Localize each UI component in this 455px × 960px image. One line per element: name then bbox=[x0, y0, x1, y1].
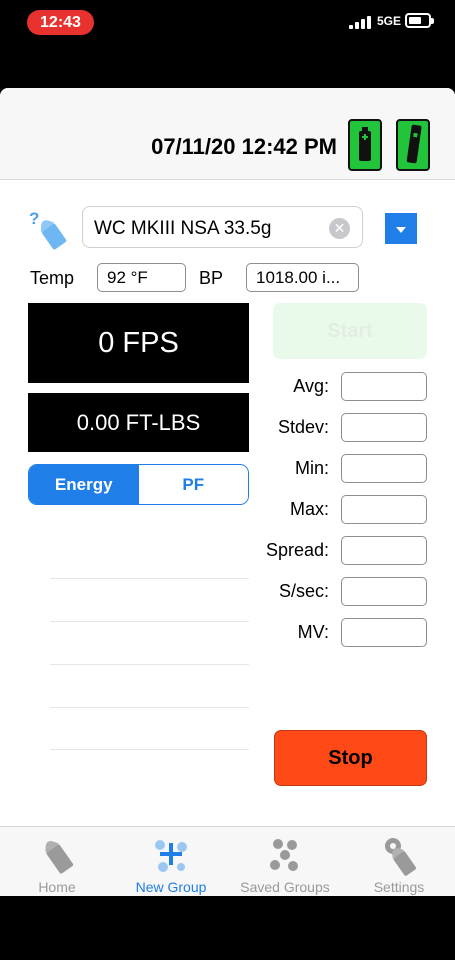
stat-avg-label: Avg: bbox=[293, 376, 329, 396]
tab-saved-groups[interactable]: Saved Groups bbox=[228, 827, 342, 896]
tab-settings-label: Settings bbox=[373, 879, 425, 895]
bp-field[interactable]: 1018.00 i... bbox=[246, 263, 359, 292]
stat-avg-field bbox=[341, 372, 427, 401]
ammo-dropdown-button[interactable] bbox=[385, 213, 417, 244]
svg-text:?: ? bbox=[29, 209, 39, 228]
start-button[interactable]: Start bbox=[273, 303, 427, 359]
signal-icon bbox=[349, 15, 373, 29]
shot-list-divider bbox=[50, 707, 249, 708]
bullet-help-icon[interactable]: ? bbox=[28, 208, 72, 252]
stat-mv-field bbox=[341, 618, 427, 647]
network-label: 5GE bbox=[377, 14, 402, 28]
datetime-label: 07/11/20 12:42 PM bbox=[151, 134, 337, 159]
bp-label: BP bbox=[199, 268, 224, 288]
shot-list-divider bbox=[50, 578, 249, 579]
battery-icon bbox=[405, 13, 434, 28]
stop-button[interactable]: Stop bbox=[274, 730, 427, 786]
tab-settings[interactable]: Settings bbox=[342, 827, 455, 896]
clear-icon[interactable]: ✕ bbox=[329, 218, 350, 239]
shot-list-divider bbox=[50, 621, 249, 622]
stat-min-label: Min: bbox=[294, 458, 329, 478]
stat-min-field bbox=[341, 454, 427, 483]
app-screen: 07/11/20 12:42 PM ? WC MKIII NSA 33.5g ✕ bbox=[0, 88, 455, 896]
stat-stdev-label: Stdev: bbox=[277, 417, 329, 437]
segment-energy[interactable]: Energy bbox=[29, 465, 139, 504]
new-group-icon bbox=[155, 840, 187, 872]
stat-spread-label: Spread: bbox=[265, 540, 329, 560]
segment-pf[interactable]: PF bbox=[138, 465, 248, 504]
stat-max-label: Max: bbox=[289, 499, 329, 519]
stat-ssec-label: S/sec: bbox=[278, 581, 329, 601]
stat-spread-field bbox=[341, 536, 427, 565]
home-indicator-area bbox=[0, 896, 455, 960]
stat-stdev-field bbox=[341, 413, 427, 442]
status-time[interactable]: 12:43 bbox=[27, 10, 94, 35]
shot-list-divider bbox=[50, 749, 249, 750]
energy-display: 0.00 FT-LBS bbox=[28, 393, 249, 452]
tab-new-group[interactable]: New Group bbox=[114, 827, 228, 896]
stat-mv-label: MV: bbox=[297, 622, 329, 642]
home-bullet-icon bbox=[45, 841, 74, 874]
stat-ssec-field bbox=[341, 577, 427, 606]
header: 07/11/20 12:42 PM bbox=[0, 88, 455, 180]
chronograph-battery-icon[interactable] bbox=[348, 119, 382, 171]
status-bar: 12:43 5GE bbox=[0, 0, 455, 46]
tab-home[interactable]: Home bbox=[0, 827, 114, 896]
tab-home-label: Home bbox=[38, 879, 76, 895]
tab-new-group-label: New Group bbox=[135, 879, 207, 895]
ammo-input[interactable]: WC MKIII NSA 33.5g ✕ bbox=[82, 206, 363, 248]
velocity-display: 0 FPS bbox=[28, 303, 249, 383]
ammo-value: WC MKIII NSA 33.5g bbox=[94, 218, 272, 239]
temp-field[interactable]: 92 °F bbox=[97, 263, 186, 292]
energy-pf-toggle: Energy PF bbox=[28, 464, 249, 505]
temp-label: Temp bbox=[30, 268, 75, 288]
settings-gear-icon bbox=[385, 838, 416, 876]
tab-bar: Home New Group Saved Groups Settings bbox=[0, 826, 455, 896]
saved-groups-icon bbox=[270, 839, 298, 871]
tab-saved-groups-label: Saved Groups bbox=[240, 879, 330, 895]
chronograph-device-icon[interactable] bbox=[396, 119, 430, 171]
shot-list-divider bbox=[50, 664, 249, 665]
stat-max-field bbox=[341, 495, 427, 524]
